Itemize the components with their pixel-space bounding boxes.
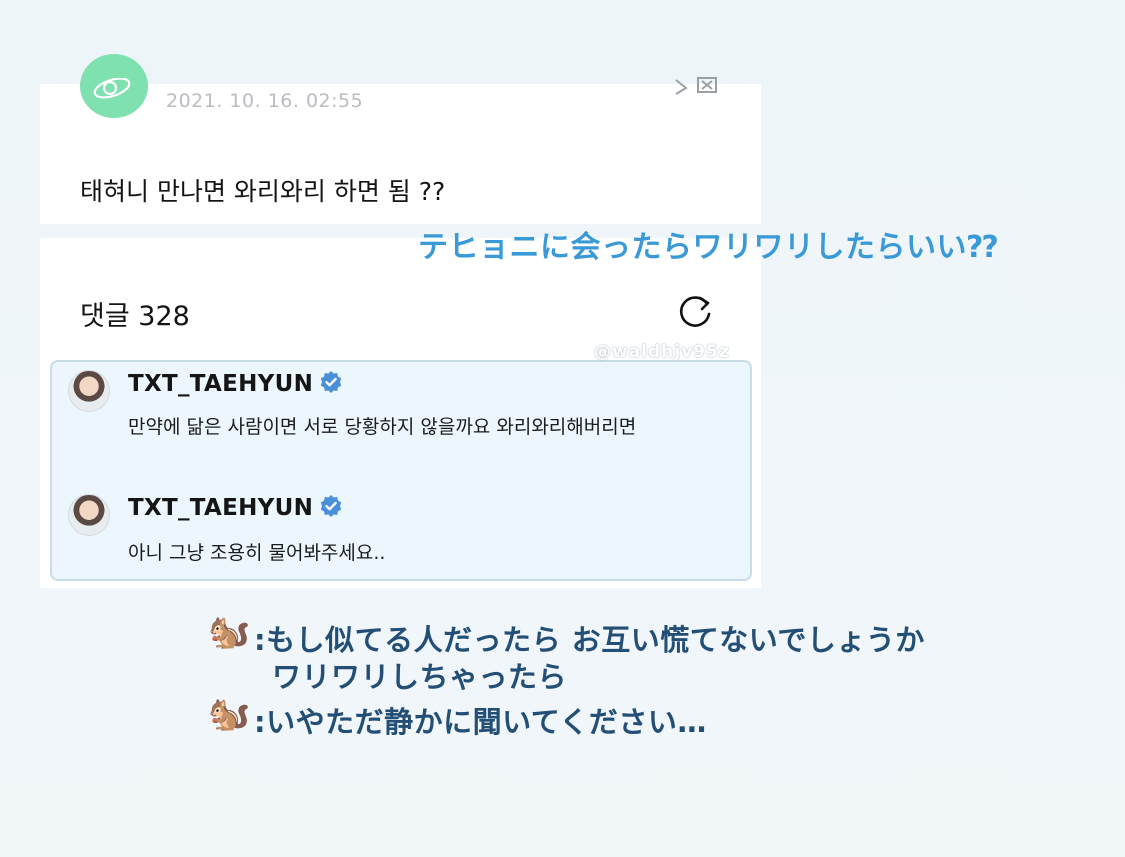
comments-count-title: 댓글 328 [80, 301, 190, 332]
verified-badge-icon [320, 371, 342, 393]
artist-replies-box: TXT_TAEHYUN 만약에 닮은 사람이면 서로 당황하지 않을까요 와리와… [50, 360, 752, 581]
post-card: 2021. 10. 16. 02:55 태혀니 만나면 와리와리 하면 됨 ?? [40, 54, 761, 224]
reply-translation-line: ワリワリしちゃったら [272, 660, 568, 694]
reply-author-name: TXT_TAEHYUN [128, 371, 314, 397]
reply-translation-line: :いやただ静かに聞いてください… [254, 705, 707, 739]
author-avatar[interactable] [80, 54, 148, 118]
refresh-icon[interactable] [676, 292, 714, 330]
watermark: @waldhjv95z [594, 342, 730, 362]
avatar[interactable] [68, 494, 110, 536]
post-text: 태혀니 만나면 와리와리 하면 됨 ?? [80, 177, 446, 206]
planet-logo-icon [93, 78, 131, 99]
screenshot-canvas: 2021. 10. 16. 02:55 태혀니 만나면 와리와리 하면 됨 ??… [0, 0, 1125, 857]
post-date: 2021. 10. 16. 02:55 [166, 90, 364, 112]
verified-badge-icon [320, 495, 342, 517]
reply-translation-line: :もし似てる人だったら お互い慌てないでしょうか [254, 623, 925, 657]
squirrel-icon: 🐿️ [208, 612, 251, 652]
reply-author[interactable]: TXT_TAEHYUN [128, 370, 343, 397]
reply-text: 아니 그냥 조용히 물어봐주세요.. [128, 542, 386, 564]
comments-card: 댓글 328 TXT_TAEHYUN 만약에 닮은 사람이면 서로 당황하지 않… [40, 238, 761, 588]
reply-author-name: TXT_TAEHYUN [128, 495, 314, 521]
avatar[interactable] [68, 370, 110, 412]
squirrel-icon: 🐿️ [208, 694, 251, 734]
reply-text: 만약에 닮은 사람이면 서로 당황하지 않을까요 와리와리해버리면 [128, 416, 637, 438]
post-translation: テヒョニに会ったらワリワリしたらいい⁇ [418, 230, 999, 265]
reply-author[interactable]: TXT_TAEHYUN [128, 494, 343, 521]
share-icon[interactable] [672, 76, 722, 96]
